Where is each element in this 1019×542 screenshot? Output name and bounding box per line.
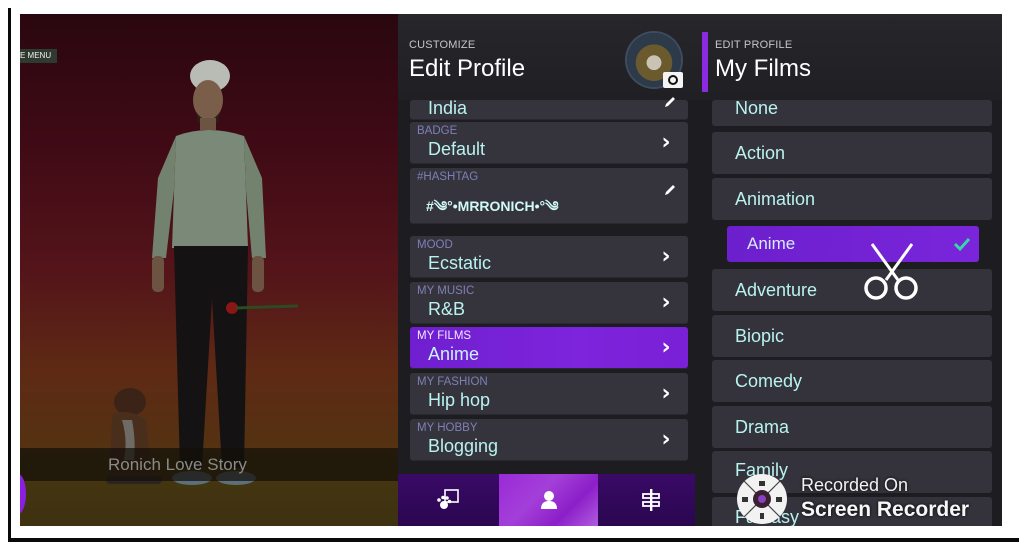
row-my-fashion[interactable]: MY FASHION Hip hop ›	[410, 373, 688, 415]
sliders-icon	[641, 489, 660, 511]
row-value: Hip hop	[428, 390, 491, 410]
film-option[interactable]: Action	[712, 132, 992, 174]
camera-icon[interactable]	[663, 72, 683, 88]
row-value: India	[428, 98, 468, 118]
frame-border-left	[8, 8, 11, 542]
scissors-icon[interactable]	[862, 242, 922, 302]
row-my-music[interactable]: MY MUSIC R&B ›	[410, 282, 688, 324]
my-films-eyebrow: EDIT PROFILE	[715, 39, 793, 51]
row-mood[interactable]: MOOD Ecstatic ›	[410, 236, 688, 278]
tab-settings[interactable]	[601, 474, 700, 526]
row-value: Ecstatic	[428, 253, 492, 273]
film-option[interactable]: Comedy	[712, 360, 992, 402]
row-label: MY FILMS	[417, 330, 472, 342]
row-value: R&B	[428, 299, 466, 319]
watermark-line1: Recorded On	[801, 475, 909, 495]
avatar-scene: E MENU Ronich Love Story	[20, 14, 398, 526]
film-option-label: Action	[735, 143, 786, 163]
frame-border-bottom	[8, 538, 1019, 542]
chevron-right-icon: ›	[661, 130, 671, 155]
film-option[interactable]: Animation	[712, 178, 992, 220]
row-label: MY MUSIC	[417, 285, 475, 297]
paw-photo-icon	[436, 489, 459, 509]
chevron-right-icon: ›	[661, 244, 671, 269]
edit-profile-panel: CUSTOMIZE Edit Profile India BADGE Defau…	[398, 14, 695, 526]
film-option-label: Adventure	[735, 280, 818, 300]
accent-bar	[702, 32, 708, 92]
row-label: MY FASHION	[417, 376, 488, 388]
film-option[interactable]: None	[712, 98, 992, 126]
checkmark-icon	[953, 237, 971, 252]
menu-tag[interactable]: E MENU	[20, 49, 58, 63]
pencil-icon[interactable]	[662, 94, 678, 110]
film-option-label: Anime	[747, 234, 796, 253]
my-films-title: My Films	[715, 55, 811, 82]
row-value: Default	[428, 139, 486, 159]
row-my-films[interactable]: MY FILMS Anime ›	[410, 327, 688, 369]
chevron-right-icon: ›	[661, 381, 671, 406]
watermark-line2: Screen Recorder	[801, 498, 970, 521]
pencil-icon[interactable]	[662, 182, 678, 198]
row-hashtag[interactable]: #HASHTAG #༄°•MRRONICH•°༄	[410, 168, 688, 224]
my-films-panel: EDIT PROFILE My Films None Action Animat…	[695, 14, 1002, 526]
tab-profile[interactable]	[499, 474, 598, 526]
film-option-label: Drama	[735, 417, 790, 437]
scene-caption: Ronich Love Story	[108, 455, 247, 474]
avatar-figure	[152, 60, 299, 485]
row-label: #HASHTAG	[417, 171, 479, 183]
row-value: Anime	[428, 344, 480, 364]
row-country[interactable]: India	[410, 97, 688, 120]
row-label: BADGE	[417, 125, 458, 137]
row-my-hobby[interactable]: MY HOBBY Blogging ›	[410, 419, 688, 461]
film-option-label: Animation	[735, 189, 816, 209]
film-option-label: None	[735, 98, 779, 118]
chevron-right-icon: ›	[661, 290, 671, 315]
film-option-selected[interactable]: Anime	[727, 226, 979, 262]
film-option[interactable]: Drama	[712, 406, 992, 448]
film-option[interactable]: Biopic	[712, 315, 992, 357]
film-option-label: Biopic	[735, 326, 785, 346]
row-label: MOOD	[417, 239, 453, 251]
edit-profile-header: CUSTOMIZE Edit Profile	[398, 14, 695, 100]
chevron-right-icon: ›	[661, 335, 671, 360]
film-option[interactable]: Adventure	[712, 269, 992, 311]
bottom-tab-bar	[398, 474, 695, 526]
row-label: MY HOBBY	[417, 422, 478, 434]
edit-profile-title: Edit Profile	[409, 55, 526, 82]
row-value: #༄°•MRRONICH•°༄	[426, 198, 559, 214]
chevron-right-icon: ›	[661, 427, 671, 452]
tab-pets-photo[interactable]	[398, 474, 497, 526]
app-screen: E MENU Ronich Love Story CUSTOMIZE Edit …	[20, 14, 1002, 526]
film-option-label: Comedy	[735, 371, 803, 391]
person-icon	[540, 491, 557, 509]
row-value: Blogging	[428, 436, 499, 456]
row-badge[interactable]: BADGE Default ›	[410, 122, 688, 164]
my-films-header: EDIT PROFILE My Films	[695, 14, 1002, 100]
edit-profile-eyebrow: CUSTOMIZE	[409, 39, 476, 51]
screen-recorder-logo-icon	[737, 474, 787, 524]
